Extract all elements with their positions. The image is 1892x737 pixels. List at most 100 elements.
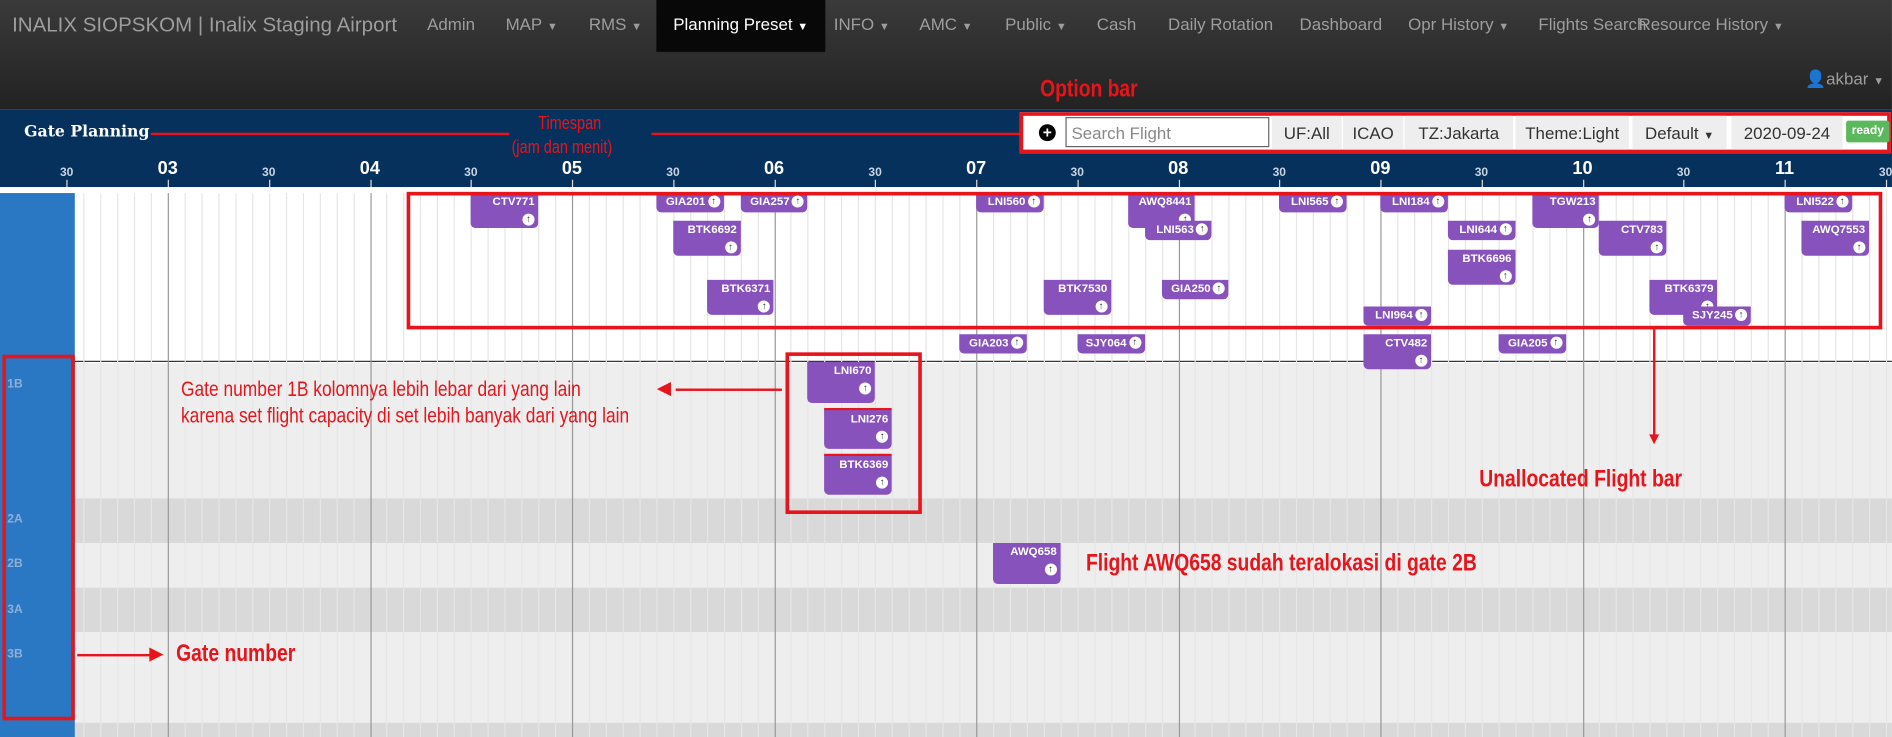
add-icon[interactable]: + — [1038, 124, 1056, 142]
grid-line — [167, 193, 169, 737]
flight-code: AWQ658 — [1010, 545, 1057, 559]
grid-line — [352, 193, 355, 737]
time-label: 03 — [157, 158, 178, 179]
caret-down-icon: ▼ — [961, 20, 973, 33]
time-tick — [571, 179, 574, 188]
flight-bar[interactable]: CTV482 ↑ — [1363, 334, 1431, 370]
nav-item-amc[interactable]: AMC ▼ — [903, 0, 990, 52]
nav-item-rms[interactable]: RMS ▼ — [572, 0, 659, 52]
preset-dropdown[interactable]: Default ▼ — [1632, 115, 1727, 150]
flight-bar[interactable]: GIA203 ↑ — [959, 334, 1027, 354]
time-tick — [875, 179, 877, 188]
flight-code: SJY064 — [1085, 336, 1127, 350]
nav-label: Resource History — [1638, 14, 1769, 34]
grid-line — [386, 193, 388, 737]
nav-label: Public — [1005, 14, 1052, 34]
uf-filter-button[interactable]: UF:All — [1271, 115, 1342, 150]
flight-bar[interactable]: GIA205 ↑ — [1498, 334, 1566, 354]
caret-down-icon: ▼ — [1055, 20, 1067, 33]
time-tick — [1784, 179, 1786, 188]
time-label: 11 — [1774, 158, 1795, 179]
time-label: 30 — [464, 166, 478, 180]
departure-arrow-icon[interactable]: ↑ — [1549, 337, 1562, 350]
annotation-arrow — [1653, 329, 1656, 436]
annotation-arrow — [77, 653, 155, 657]
gate-row-2B — [0, 542, 1892, 588]
theme-button[interactable]: Theme:Light — [1515, 115, 1629, 150]
caret-down-icon: ▼ — [631, 20, 642, 33]
nav-label: INFO — [833, 14, 875, 34]
caret-down-icon: ▼ — [1498, 20, 1510, 33]
time-tick — [268, 179, 270, 188]
caret-down-icon: ▼ — [797, 20, 809, 33]
time-tick — [66, 179, 68, 188]
departure-arrow-icon[interactable]: ↑ — [1010, 337, 1024, 350]
flight-bar[interactable]: SJY064 ↑ — [1077, 334, 1145, 354]
nav-item-resource-history[interactable]: Resource History ▼ — [1622, 0, 1801, 52]
caret-down-icon: ▼ — [547, 20, 558, 33]
annotation-awq658: Flight AWQ658 sudah teralokasi di gate 2… — [1085, 550, 1477, 577]
time-tick — [1885, 179, 1887, 188]
nav-label: MAP — [505, 14, 543, 34]
time-label: 08 — [1168, 158, 1189, 179]
user-name: akbar — [1826, 68, 1869, 89]
time-tick — [1380, 179, 1382, 188]
brand[interactable]: INALIX SIOPSKOM | Inalix Staging Airport — [12, 13, 397, 37]
time-label: 30 — [666, 166, 680, 180]
nav-item-daily-rotation[interactable]: Daily Rotation — [1151, 0, 1290, 52]
annotation-timespan: Timespan — [538, 113, 602, 134]
nav-item-admin[interactable]: Admin — [410, 0, 492, 52]
time-tick — [167, 179, 169, 188]
page-title: Gate Planning — [24, 123, 150, 142]
annotation-line — [651, 132, 1020, 136]
user-menu[interactable]: 👤akbar ▼ — [1805, 69, 1884, 90]
annotation-gate1b-1: Gate number 1B kolomnya lebih lebar dari… — [180, 376, 581, 401]
flight-code: GIA205 — [1507, 336, 1548, 350]
departure-arrow-icon[interactable]: ↑ — [1044, 563, 1057, 576]
time-label: 30 — [868, 166, 882, 180]
user-icon: 👤 — [1805, 68, 1827, 89]
time-tick — [369, 179, 372, 188]
departure-arrow-icon[interactable]: ↑ — [1415, 354, 1428, 367]
time-label: 30 — [1474, 166, 1489, 180]
nav-item-info[interactable]: INFO ▼ — [817, 0, 907, 52]
gate-row-3A — [0, 587, 1892, 633]
nav-label: Planning Preset — [673, 14, 793, 34]
nav-item-opr-history[interactable]: Opr History ▼ — [1391, 0, 1526, 52]
date-button[interactable]: 2020-09-24 — [1731, 115, 1843, 150]
time-label: 09 — [1370, 158, 1391, 179]
arrow-down-icon: ▼ — [1645, 428, 1663, 448]
time-label: 04 — [359, 158, 380, 179]
nav-label: Cash — [1096, 14, 1137, 34]
time-label: 05 — [561, 158, 582, 179]
grid-line — [1885, 193, 1887, 737]
search-flight-input[interactable] — [1065, 117, 1270, 148]
departure-arrow-icon[interactable]: ↑ — [1128, 337, 1141, 350]
caret-down-icon: ▼ — [878, 20, 890, 33]
grid-line — [302, 193, 304, 737]
nav-item-dashboard[interactable]: Dashboard — [1283, 0, 1399, 52]
time-tick — [1481, 179, 1483, 188]
nav-item-public[interactable]: Public ▼ — [988, 0, 1083, 52]
nav-item-cash[interactable]: Cash — [1080, 0, 1153, 52]
time-tick — [1178, 179, 1180, 188]
time-tick — [774, 179, 776, 188]
annotation-timespan-sub: (jam dan menit) — [511, 137, 613, 159]
flight-code: CTV482 — [1385, 336, 1428, 350]
grid-line — [319, 193, 321, 737]
timezone-button[interactable]: TZ:Jakarta — [1404, 115, 1514, 150]
option-bar: + UF:All ICAO TZ:Jakarta Theme:Light Def… — [1019, 112, 1891, 154]
caret-down-icon: ▼ — [1772, 20, 1784, 33]
time-label: 30 — [1272, 166, 1287, 180]
icao-button[interactable]: ICAO — [1342, 115, 1404, 150]
annotation-box-gate-column — [2, 354, 75, 721]
time-label: 10 — [1572, 158, 1593, 179]
annotation-box-gate1b — [785, 352, 922, 515]
nav-item-planning-preset[interactable]: Planning Preset ▼ — [656, 0, 826, 52]
time-tick — [1077, 179, 1079, 188]
nav-label: AMC — [919, 14, 957, 34]
nav-item-map[interactable]: MAP ▼ — [489, 0, 575, 52]
flight-bar[interactable]: AWQ658 ↑ — [992, 542, 1061, 584]
nav-label: RMS — [588, 14, 627, 34]
time-tick — [1582, 179, 1584, 188]
